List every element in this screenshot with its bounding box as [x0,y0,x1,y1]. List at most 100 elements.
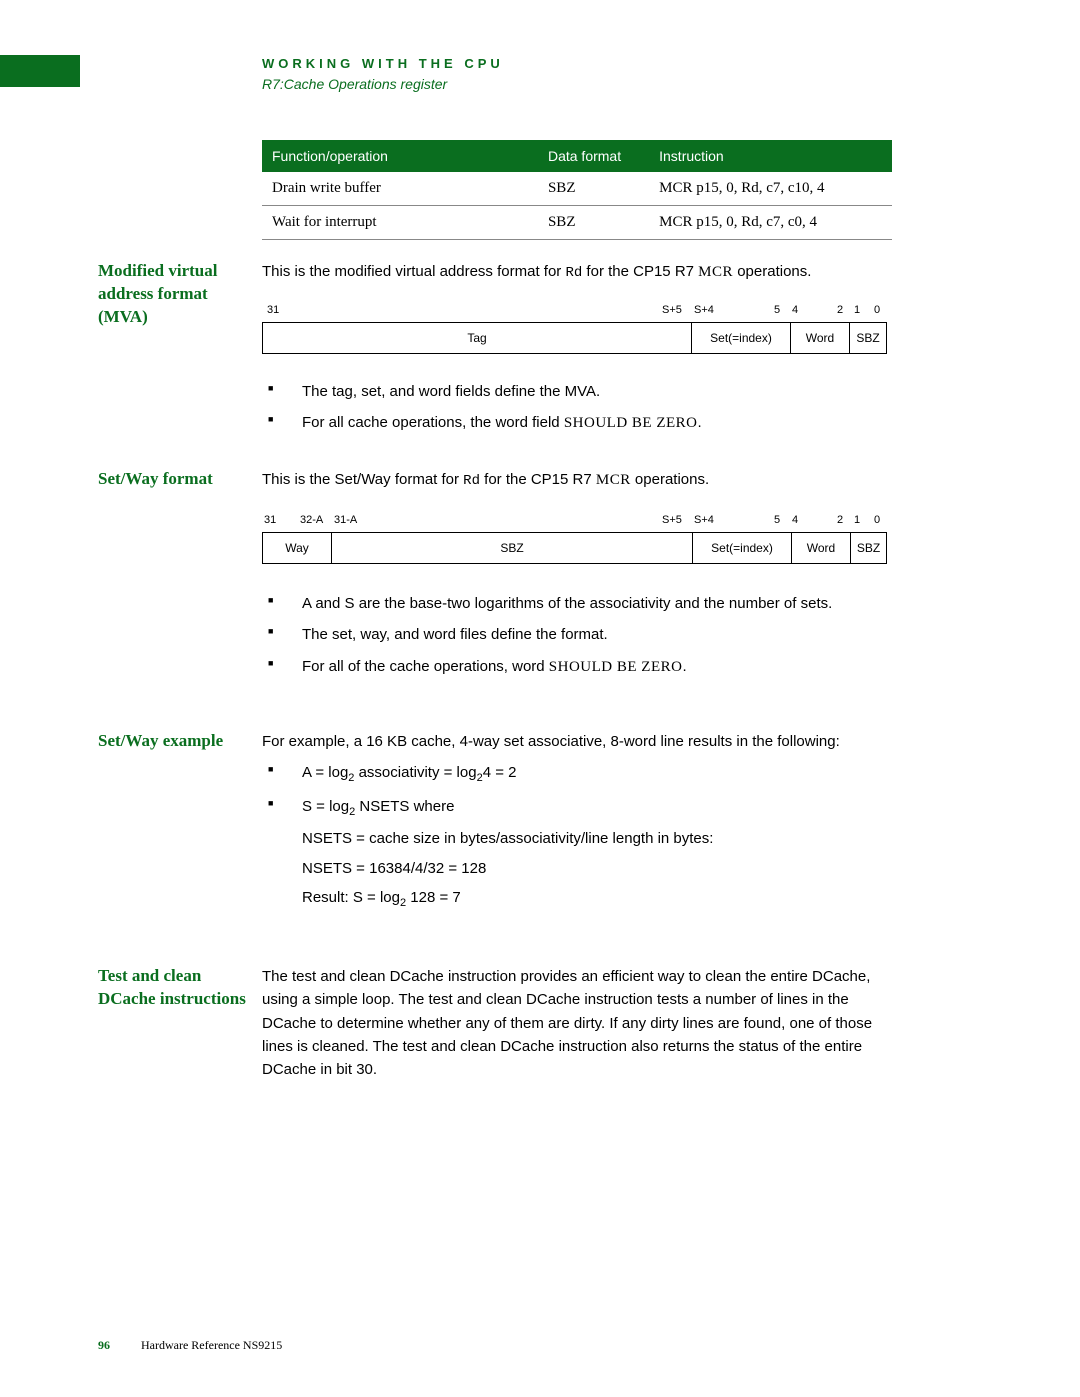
bit-cell-set: Set(=index) [692,323,791,353]
text: operations. [733,263,811,280]
bit-row: Way SBZ Set(=index) Word SBZ [262,532,887,564]
bit-label: 2 [837,514,843,526]
cell: SBZ [538,172,649,206]
bit-label: S+4 [694,514,714,526]
bit-label: 5 [774,514,780,526]
th-format: Data format [538,140,649,172]
setway-bitfield: 31 32-A 31-A S+5 S+4 5 4 2 1 0 Way SBZ S… [262,514,887,564]
text: NSETS where [355,798,454,815]
text: A and S are the base-two logarithms of t… [302,595,832,612]
table-header-row: Function/operation Data format Instructi… [262,140,892,172]
page-footer: 96 Hardware Reference NS9215 [98,1338,282,1353]
list-item: A = log2 associativity = log24 = 2 [302,761,892,787]
bit-cell-sbz2: SBZ [851,533,886,563]
cell: Drain write buffer [262,172,538,206]
bit-label: 32-A [300,514,323,526]
testclean-para: The test and clean DCache instruction pr… [262,965,892,1081]
text: Result: S = log [302,889,400,906]
mva-bitfield: 31 S+5 S+4 5 4 2 1 0 Tag Set(=index) Wor… [262,304,887,354]
text: operations. [631,471,709,488]
mva-intro: This is the modified virtual address for… [262,260,892,285]
smallcaps: SHOULD BE ZERO [549,659,683,675]
smallcaps: SHOULD BE ZERO [564,415,698,431]
bit-label: S+4 [694,304,714,316]
cell: Wait for interrupt [262,206,538,240]
text: The set, way, and word files define the … [302,626,608,643]
list-item: For all of the cache operations, word SH… [302,655,892,679]
chapter-subtitle: R7:Cache Operations register [262,76,447,92]
text: . [697,414,701,431]
list-item: The tag, set, and word fields define the… [302,380,892,403]
text: . [682,658,686,675]
bit-cell-word: Word [791,323,850,353]
text: S = log [302,798,349,815]
table-row: Wait for interrupt SBZ MCR p15, 0, Rd, c… [262,206,892,240]
page-number: 96 [98,1338,110,1352]
text: 128 = 7 [406,889,461,906]
bit-cell-sbz: SBZ [332,533,693,563]
bit-label: 1 [854,304,860,316]
th-function: Function/operation [262,140,538,172]
bit-label: 5 [774,304,780,316]
list-item: S = log2 NSETS where NSETS = cache size … [302,795,892,912]
bit-label: 2 [837,304,843,316]
cell: SBZ [538,206,649,240]
setway-bullets: A and S are the base-two logarithms of t… [262,592,892,687]
mva-bullets: The tag, set, and word fields define the… [262,380,892,444]
text: A = log [302,764,348,781]
bit-labels: 31 S+5 S+4 5 4 2 1 0 [262,304,887,322]
smallcaps: MCR [698,264,733,280]
doc-title: Hardware Reference NS9215 [141,1338,282,1352]
list-item: A and S are the base-two logarithms of t… [302,592,892,615]
bit-label: 1 [854,514,860,526]
table-row: Drain write buffer SBZ MCR p15, 0, Rd, c… [262,172,892,206]
section-label-example: Set/Way example [98,730,248,753]
section-label-testclean: Test and clean DCache instructions [98,965,248,1011]
bit-cell-tag: Tag [263,323,692,353]
cell: MCR p15, 0, Rd, c7, c0, 4 [649,206,892,240]
bit-label: S+5 [662,304,682,316]
code: Rd [463,473,480,489]
smallcaps: MCR [596,472,631,488]
bit-label: 31 [267,304,279,316]
section-label-mva: Modified virtual address format (MVA) [98,260,248,329]
chapter-kicker: WORKING WITH THE CPU [262,56,504,71]
text: associativity = log [354,764,476,781]
section-label-setway: Set/Way format [98,468,248,491]
code: Rd [565,265,582,281]
cell: MCR p15, 0, Rd, c7, c10, 4 [649,172,892,206]
text: 4 = 2 [483,764,517,781]
text: for the CP15 R7 [480,471,596,488]
bit-cell-sbz: SBZ [850,323,886,353]
text: This is the modified virtual address for… [262,263,565,280]
th-instruction: Instruction [649,140,892,172]
list-item: For all cache operations, the word field… [302,411,892,435]
bit-cell-set: Set(=index) [693,533,792,563]
bit-row: Tag Set(=index) Word SBZ [262,322,887,354]
text: The tag, set, and word fields define the… [302,383,600,400]
bit-label: 4 [792,514,798,526]
bit-label: S+5 [662,514,682,526]
bit-cell-word: Word [792,533,851,563]
nested-line: Result: S = log2 128 = 7 [302,886,892,912]
accent-bar [0,55,80,87]
bit-label: 31-A [334,514,357,526]
example-body: For example, a 16 KB cache, 4-way set as… [262,730,892,920]
bit-label: 31 [264,514,276,526]
nested-line: NSETS = 16384/4/32 = 128 [302,857,892,880]
bit-labels: 31 32-A 31-A S+5 S+4 5 4 2 1 0 [262,514,887,532]
example-intro: For example, a 16 KB cache, 4-way set as… [262,730,892,753]
setway-intro: This is the Set/Way format for Rd for th… [262,468,892,493]
text: This is the Set/Way format for [262,471,463,488]
bit-label: 0 [874,304,880,316]
text: For all cache operations, the word field [302,414,564,431]
operations-table: Function/operation Data format Instructi… [262,140,892,240]
page: WORKING WITH THE CPU R7:Cache Operations… [0,0,1080,1397]
text: For all of the cache operations, word [302,658,549,675]
bit-label: 0 [874,514,880,526]
text: for the CP15 R7 [582,263,698,280]
nested-line: NSETS = cache size in bytes/associativit… [302,827,892,850]
list-item: The set, way, and word files define the … [302,623,892,646]
bit-cell-way: Way [263,533,332,563]
bit-label: 4 [792,304,798,316]
